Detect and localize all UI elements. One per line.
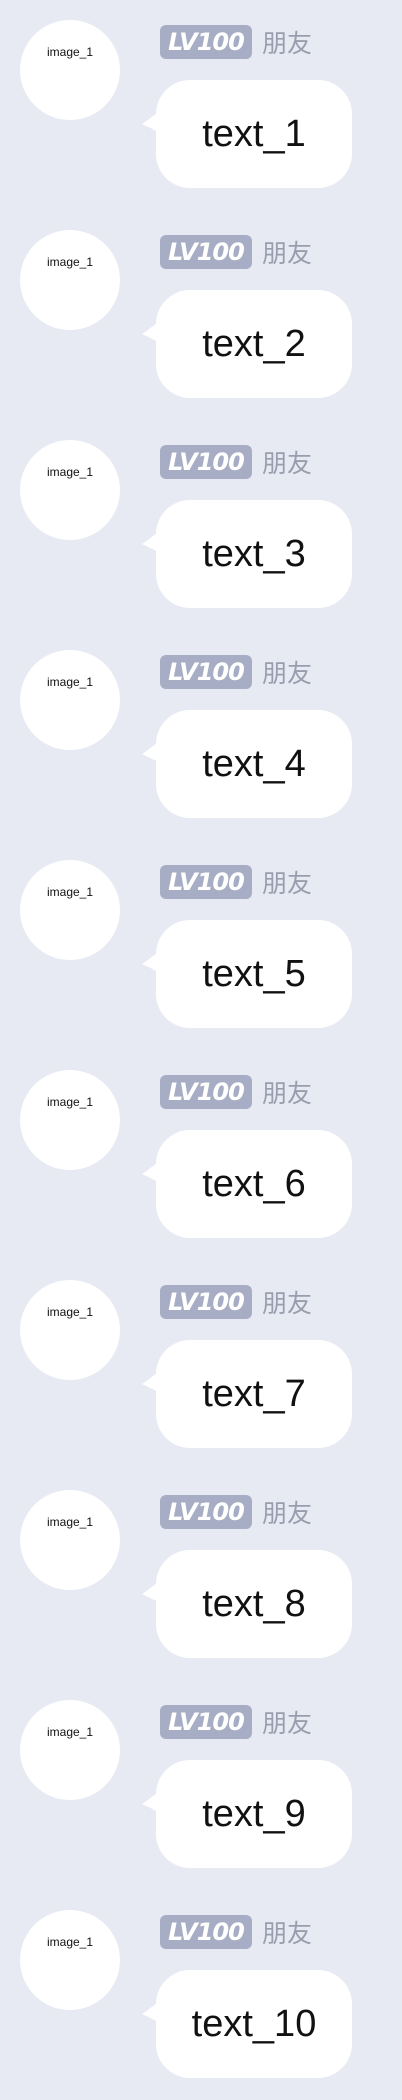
avatar-placeholder-label: image_1 (46, 1305, 94, 1319)
avatar-placeholder-label: image_1 (46, 1095, 94, 1109)
avatar[interactable]: image_1 (20, 1910, 120, 2010)
level-badge: LV100 (160, 655, 252, 689)
message-bubble[interactable]: text_8 (156, 1550, 352, 1658)
message-bubble[interactable]: text_6 (156, 1130, 352, 1238)
sender-name: 朋友 (262, 1079, 313, 1108)
avatar[interactable]: image_1 (20, 440, 120, 540)
chat-message: image_1 LV100 朋友 text_6 (0, 1050, 402, 1260)
message-bubble[interactable]: text_5 (156, 920, 352, 1028)
chat-message-list: image_1 LV100 朋友 text_1 image_1 LV100 朋友 text_2… (0, 0, 402, 2100)
sender-meta: LV100 朋友 (160, 1284, 312, 1320)
level-badge: LV100 (160, 1285, 252, 1319)
message-bubble[interactable]: text_4 (156, 710, 352, 818)
sender-name: 朋友 (262, 1919, 313, 1948)
avatar-placeholder-label: image_1 (46, 465, 94, 479)
level-badge: LV100 (160, 445, 252, 479)
message-bubble[interactable]: text_7 (156, 1340, 352, 1448)
sender-meta: LV100 朋友 (160, 654, 312, 690)
level-badge: LV100 (160, 865, 252, 899)
avatar-placeholder-label: image_1 (46, 675, 94, 689)
avatar-placeholder-label: image_1 (46, 1725, 94, 1739)
sender-meta: LV100 朋友 (160, 234, 312, 270)
avatar[interactable]: image_1 (20, 1070, 120, 1170)
chat-message: image_1 LV100 朋友 text_3 (0, 420, 402, 630)
sender-meta: LV100 朋友 (160, 1704, 312, 1740)
sender-name: 朋友 (262, 239, 313, 268)
level-badge: LV100 (160, 1915, 252, 1949)
message-bubble[interactable]: text_1 (156, 80, 352, 188)
sender-name: 朋友 (262, 869, 313, 898)
sender-meta: LV100 朋友 (160, 1074, 312, 1110)
message-bubble[interactable]: text_9 (156, 1760, 352, 1868)
chat-message: image_1 LV100 朋友 text_8 (0, 1470, 402, 1680)
avatar[interactable]: image_1 (20, 1490, 120, 1590)
avatar-placeholder-label: image_1 (46, 255, 94, 269)
sender-meta: LV100 朋友 (160, 1914, 312, 1950)
level-badge: LV100 (160, 235, 252, 269)
sender-name: 朋友 (262, 1709, 313, 1738)
chat-message: image_1 LV100 朋友 text_7 (0, 1260, 402, 1470)
level-badge: LV100 (160, 25, 252, 59)
chat-message: image_1 LV100 朋友 text_2 (0, 210, 402, 420)
sender-meta: LV100 朋友 (160, 444, 312, 480)
sender-meta: LV100 朋友 (160, 864, 312, 900)
level-badge: LV100 (160, 1495, 252, 1529)
level-badge: LV100 (160, 1705, 252, 1739)
chat-message: image_1 LV100 朋友 text_1 (0, 0, 402, 210)
message-bubble[interactable]: text_10 (156, 1970, 352, 2078)
avatar-placeholder-label: image_1 (46, 45, 94, 59)
avatar[interactable]: image_1 (20, 1700, 120, 1800)
avatar[interactable]: image_1 (20, 650, 120, 750)
sender-name: 朋友 (262, 659, 313, 688)
message-bubble[interactable]: text_3 (156, 500, 352, 608)
avatar-placeholder-label: image_1 (46, 1515, 94, 1529)
chat-message: image_1 LV100 朋友 text_10 (0, 1890, 402, 2100)
avatar[interactable]: image_1 (20, 230, 120, 330)
sender-meta: LV100 朋友 (160, 1494, 312, 1530)
avatar[interactable]: image_1 (20, 860, 120, 960)
avatar-placeholder-label: image_1 (46, 1935, 94, 1949)
avatar[interactable]: image_1 (20, 20, 120, 120)
sender-name: 朋友 (262, 29, 313, 58)
message-bubble[interactable]: text_2 (156, 290, 352, 398)
sender-name: 朋友 (262, 1289, 313, 1318)
sender-meta: LV100 朋友 (160, 24, 312, 60)
chat-message: image_1 LV100 朋友 text_5 (0, 840, 402, 1050)
avatar-placeholder-label: image_1 (46, 885, 94, 899)
level-badge: LV100 (160, 1075, 252, 1109)
sender-name: 朋友 (262, 449, 313, 478)
chat-message: image_1 LV100 朋友 text_9 (0, 1680, 402, 1890)
sender-name: 朋友 (262, 1499, 313, 1528)
avatar[interactable]: image_1 (20, 1280, 120, 1380)
chat-message: image_1 LV100 朋友 text_4 (0, 630, 402, 840)
